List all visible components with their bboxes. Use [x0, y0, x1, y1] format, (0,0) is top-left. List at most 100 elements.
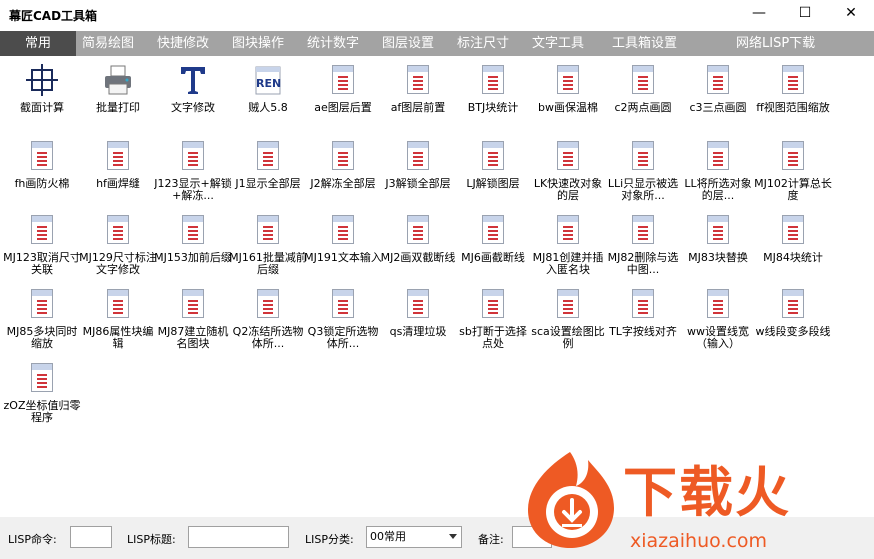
tab-count-numbers[interactable]: 统计数字: [307, 31, 359, 56]
lisp-item-label: J1显示全部层: [235, 178, 301, 190]
lisp-item-label: J2解冻全部层: [310, 178, 376, 190]
lisp-category-label: LISP分类:: [305, 533, 354, 546]
lisp-item-label: MJ102计算总长度: [754, 178, 832, 202]
tab-text-tools[interactable]: 文字工具: [532, 31, 584, 56]
lisp-file-icon: [327, 214, 359, 246]
lisp-item-label: MJ129尺寸标注文字修改: [79, 252, 157, 276]
lisp-file-icon: [777, 288, 809, 320]
lisp-item-label: w线段变多段线: [755, 326, 831, 338]
lisp-item-label: J123显示+解锁+解冻...: [154, 178, 232, 202]
lisp-file-icon: [177, 140, 209, 172]
lisp-file-icon: [702, 140, 734, 172]
lisp-file-icon: [327, 64, 359, 96]
lisp-file-icon: [627, 214, 659, 246]
lisp-item-label: MJ87建立随机名图块: [157, 326, 229, 350]
lisp-file-icon: [177, 288, 209, 320]
close-button[interactable]: ✕: [828, 0, 874, 26]
lisp-file-icon: [102, 288, 134, 320]
lisp-file-icon: [777, 64, 809, 96]
text-t-icon: [181, 67, 205, 94]
lisp-title-label: LISP标题:: [127, 533, 176, 546]
lisp-item-label: fh画防火棉: [14, 178, 70, 190]
lisp-file-icon: [26, 214, 58, 246]
tab-layer-settings[interactable]: 图层设置: [382, 31, 434, 56]
lisp-file-icon: [252, 288, 284, 320]
lisp-item-label: MJ81创建并插入匿名块: [532, 252, 604, 276]
lisp-item-label: ff视图范围缩放: [756, 102, 830, 114]
icon-text: REN: [256, 77, 282, 90]
lisp-file-icon: [477, 64, 509, 96]
lisp-file-icon: [102, 214, 134, 246]
lisp-item-label: bw画保温棉: [538, 102, 598, 114]
chevron-down-icon: [449, 534, 457, 539]
lisp-file-icon: [777, 140, 809, 172]
lisp-item-label: 贼人5.8: [248, 102, 288, 114]
lisp-item-label: MJ191文本输入: [304, 252, 382, 264]
lisp-item-label: ae图层后置: [314, 102, 372, 114]
watermark: 下载火 xiazaihuo.com: [518, 446, 868, 552]
watermark-url: xiazaihuo.com: [630, 530, 768, 552]
lisp-item-label: LL将所选对象的层...: [684, 178, 752, 202]
lisp-file-icon: [552, 64, 584, 96]
lisp-item-label: 文字修改: [171, 102, 215, 114]
tab-quick-modify[interactable]: 快捷修改: [157, 31, 209, 56]
note-label: 备注:: [478, 533, 504, 546]
tab-dimension[interactable]: 标注尺寸: [457, 31, 509, 56]
lisp-item-label: sca设置绘图比例: [531, 326, 605, 350]
lisp-item-label: 截面计算: [20, 102, 64, 114]
lisp-item-label: MJ85多块同时缩放: [6, 326, 78, 350]
lisp-item-label: TL字按线对齐: [609, 326, 677, 338]
lisp-file-icon: [777, 214, 809, 246]
lisp-file-icon: [552, 214, 584, 246]
tab-network-lisp-download[interactable]: 网络LISP下载: [736, 31, 815, 56]
lisp-item-label: MJ83块替换: [688, 252, 748, 264]
lisp-command-label: LISP命令:: [8, 533, 57, 546]
lisp-file-icon: [26, 140, 58, 172]
lisp-command-input[interactable]: [70, 526, 112, 548]
lisp-file-icon: [327, 288, 359, 320]
lisp-file-icon: [552, 140, 584, 172]
lisp-file-icon: [477, 140, 509, 172]
lisp-file-icon: [702, 288, 734, 320]
lisp-item-label: LJ解锁图层: [466, 178, 520, 190]
lisp-item-label: c3三点画圆: [689, 102, 747, 114]
lisp-item-label: J3解锁全部层: [385, 178, 451, 190]
lisp-category-select[interactable]: 00常用: [366, 526, 462, 548]
lisp-item-label: MJ123取消尺寸关联: [3, 252, 81, 276]
watermark-text: 下载火: [623, 461, 791, 524]
lisp-file-icon: [477, 214, 509, 246]
lisp-file-icon: [26, 362, 58, 394]
lisp-item-label: MJ82删除与选中图...: [607, 252, 679, 276]
lisp-item-label: LK快速改对象的层: [533, 178, 603, 202]
lisp-item-label: BTJ块统计: [467, 102, 519, 114]
lisp-item-label: Q2冻结所选物体所...: [232, 326, 304, 350]
lisp-item-label: af图层前置: [390, 102, 446, 114]
lisp-item-label: MJ2画双截断线: [380, 252, 456, 264]
lisp-file-icon: [327, 140, 359, 172]
tab-bar: 常用 简易绘图 快捷修改 图块操作 统计数字 图层设置 标注尺寸 文字工具 工具…: [0, 31, 874, 56]
lisp-file-icon: [552, 288, 584, 320]
lisp-item-label: qs清理垃圾: [389, 326, 447, 338]
lisp-file-icon: [402, 64, 434, 96]
tab-common[interactable]: 常用: [0, 31, 76, 56]
lisp-file-icon: [477, 288, 509, 320]
tab-simple-draw[interactable]: 简易绘图: [82, 31, 134, 56]
lisp-file-icon: [402, 140, 434, 172]
lisp-file-icon: [252, 214, 284, 246]
lisp-item-label: MJ84块统计: [763, 252, 823, 264]
lisp-file-icon: [627, 140, 659, 172]
maximize-button[interactable]: ☐: [782, 0, 828, 26]
lisp-item-label: sb打断于选择点处: [459, 326, 527, 350]
lisp-item-label: LLi只显示被选对象所...: [607, 178, 679, 202]
lisp-file-icon: [627, 64, 659, 96]
lisp-title-input[interactable]: [188, 526, 289, 548]
minimize-button[interactable]: —: [736, 0, 782, 26]
printer-icon: [105, 65, 131, 95]
lisp-item-label: hf画焊缝: [96, 178, 140, 190]
lisp-item-label: MJ6画截断线: [461, 252, 525, 264]
lisp-file-icon: [26, 288, 58, 320]
flame-logo-icon: [528, 452, 614, 548]
tab-block-ops[interactable]: 图块操作: [232, 31, 284, 56]
lisp-file-icon: [627, 288, 659, 320]
tab-toolbox-settings[interactable]: 工具箱设置: [612, 31, 677, 56]
